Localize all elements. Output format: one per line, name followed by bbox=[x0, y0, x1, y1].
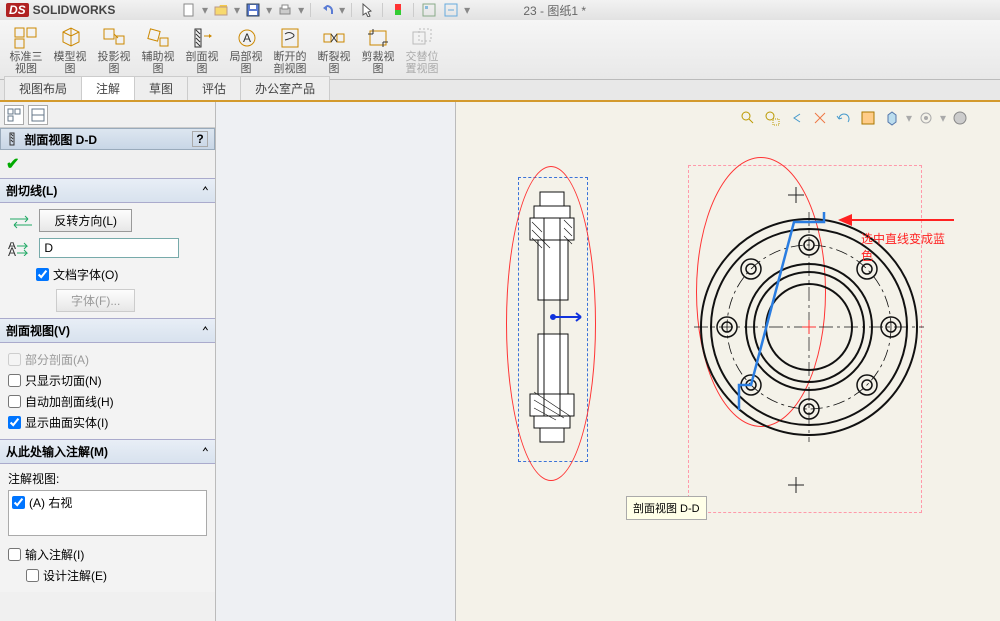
input-annot-checkbox[interactable] bbox=[8, 548, 21, 561]
pm-tree-icon[interactable] bbox=[4, 105, 24, 125]
annot-view-list[interactable]: (A) 右视 bbox=[8, 490, 207, 536]
link-icon[interactable] bbox=[442, 1, 460, 19]
scene-icon[interactable] bbox=[916, 108, 936, 128]
drawing-canvas[interactable]: ▾ ▾ bbox=[456, 102, 1000, 621]
annotation-section-body: 注解视图: (A) 右视 输入注解(I) 设计注解(E) bbox=[0, 464, 215, 592]
print-icon[interactable] bbox=[276, 1, 294, 19]
cut-letter-icon: AA bbox=[8, 242, 36, 256]
projected-view-icon bbox=[100, 24, 128, 51]
command-tabs: 视图布局 注解 草图 评估 办公室产品 bbox=[0, 80, 1000, 102]
app-name: SOLIDWORKS bbox=[33, 3, 116, 17]
tab-sketch[interactable]: 草图 bbox=[134, 76, 188, 100]
red-annotation-arrow bbox=[836, 210, 956, 230]
font-button[interactable]: 字体(F)... bbox=[56, 289, 135, 312]
collapse-icon: ⌃ bbox=[202, 445, 209, 459]
broken-section-button[interactable]: 断开的剖视图 bbox=[268, 22, 312, 77]
aux-view-icon bbox=[144, 24, 172, 51]
std-three-view-icon bbox=[12, 24, 40, 51]
pm-display-icon[interactable] bbox=[28, 105, 48, 125]
collapse-icon: ⌃ bbox=[202, 324, 209, 338]
options-icon[interactable] bbox=[420, 1, 438, 19]
pointer-icon[interactable] bbox=[358, 1, 376, 19]
svg-text:A: A bbox=[243, 31, 251, 45]
alt-pos-view-icon bbox=[408, 24, 436, 51]
collapse-icon: ⌃ bbox=[202, 184, 209, 198]
tab-view-layout[interactable]: 视图布局 bbox=[4, 76, 82, 100]
show-surface-checkbox[interactable] bbox=[8, 416, 21, 429]
pm-title-text: 剖面视图 D-D bbox=[24, 131, 97, 148]
doc-font-checkbox[interactable] bbox=[36, 268, 49, 281]
open-icon[interactable] bbox=[212, 1, 230, 19]
quick-access-toolbar: ▾ ▾ ▾ ▾ ▾ ▾ bbox=[180, 0, 470, 20]
doc-font-label: 文档字体(O) bbox=[53, 266, 118, 283]
cutline-section-header[interactable]: 剖切线(L)⌃ bbox=[0, 178, 215, 203]
only-surface-checkbox[interactable] bbox=[8, 374, 21, 387]
detail-view-button[interactable]: A 局部视图 bbox=[224, 22, 268, 77]
undo-icon[interactable] bbox=[317, 1, 335, 19]
aux-view-button[interactable]: 辅助视图 bbox=[136, 22, 180, 77]
right-view-checkbox[interactable] bbox=[12, 496, 25, 509]
auto-hatch-checkbox[interactable] bbox=[8, 395, 21, 408]
annotation-section-header[interactable]: 从此处输入注解(M)⌃ bbox=[0, 439, 215, 464]
pm-header-icons bbox=[0, 102, 215, 128]
zoom-area-icon[interactable] bbox=[762, 108, 782, 128]
pm-title-bar: 剖面视图 D-D ? bbox=[0, 128, 215, 150]
crop-view-button[interactable]: 剪裁视图 bbox=[356, 22, 400, 77]
red-annotation-text: 选中直线变成蓝色 bbox=[861, 230, 945, 264]
tab-evaluate[interactable]: 评估 bbox=[187, 76, 241, 100]
svg-text:A: A bbox=[8, 245, 16, 256]
break-view-button[interactable]: 断裂视图 bbox=[312, 22, 356, 77]
crop-view-icon bbox=[364, 24, 392, 51]
view-cube-icon[interactable] bbox=[882, 108, 902, 128]
middle-panel bbox=[216, 102, 456, 621]
view-heads-up-toolbar: ▾ ▾ bbox=[738, 108, 970, 128]
pm-help-button[interactable]: ? bbox=[192, 131, 208, 147]
rotate-view-icon[interactable] bbox=[834, 108, 854, 128]
section-drawing bbox=[520, 187, 586, 447]
pm-ok-icon[interactable]: ✔ bbox=[6, 156, 19, 173]
tab-office[interactable]: 办公室产品 bbox=[240, 76, 330, 100]
prev-view-icon[interactable] bbox=[786, 108, 806, 128]
app-logo: DS SOLIDWORKS bbox=[6, 3, 115, 17]
pm-ok-bar: ✔ bbox=[0, 150, 215, 178]
rebuild-icon[interactable] bbox=[389, 1, 407, 19]
annot-view-label: 注解视图: bbox=[8, 472, 59, 486]
zoom-fit-icon[interactable] bbox=[738, 108, 758, 128]
hide-show-icon[interactable] bbox=[950, 108, 970, 128]
std-three-view-button[interactable]: 标准三视图 bbox=[4, 22, 48, 77]
section-view-header[interactable]: 剖面视图(V)⌃ bbox=[0, 318, 215, 343]
reverse-direction-icon bbox=[8, 215, 36, 229]
section-toggle-icon[interactable] bbox=[810, 108, 830, 128]
partial-section-checkbox bbox=[8, 353, 21, 366]
section-view-body: 部分剖面(A) 只显示切面(N) 自动加剖面线(H) 显示曲面实体(I) bbox=[0, 343, 215, 439]
model-view-icon bbox=[56, 24, 84, 51]
section-view-button[interactable]: 剖面视图 bbox=[180, 22, 224, 77]
tab-annotation[interactable]: 注解 bbox=[81, 76, 135, 100]
ribbon-toolbar: 标准三视图 模型视图 投影视图 辅助视图 剖面视图 A 局部视图 断开的剖视图 … bbox=[0, 20, 1000, 80]
cut-letter-input[interactable] bbox=[39, 238, 179, 258]
section-view-label[interactable]: 剖面视图 D-D bbox=[626, 496, 707, 520]
property-manager-panel: 剖面视图 D-D ? ✔ 剖切线(L)⌃ 反转方向(L) AA 文档字体(O) … bbox=[0, 102, 216, 621]
detail-view-icon: A bbox=[232, 24, 260, 51]
alt-pos-view-button[interactable]: 交替位置视图 bbox=[400, 22, 444, 77]
display-style-icon[interactable] bbox=[858, 108, 878, 128]
model-view-button[interactable]: 模型视图 bbox=[48, 22, 92, 77]
design-annot-checkbox[interactable] bbox=[26, 569, 39, 582]
title-bar: DS SOLIDWORKS 23 - 图纸1 * bbox=[0, 0, 1000, 20]
break-view-icon bbox=[320, 24, 348, 51]
solidworks-logo-icon: DS bbox=[6, 3, 29, 17]
projected-view-button[interactable]: 投影视图 bbox=[92, 22, 136, 77]
broken-section-icon bbox=[276, 24, 304, 51]
new-doc-icon[interactable] bbox=[180, 1, 198, 19]
save-icon[interactable] bbox=[244, 1, 262, 19]
section-view-title-icon bbox=[7, 132, 21, 146]
section-view-icon bbox=[188, 24, 216, 51]
cutline-section-body: 反转方向(L) AA 文档字体(O) 字体(F)... bbox=[0, 203, 215, 318]
reverse-direction-button[interactable]: 反转方向(L) bbox=[39, 209, 132, 232]
